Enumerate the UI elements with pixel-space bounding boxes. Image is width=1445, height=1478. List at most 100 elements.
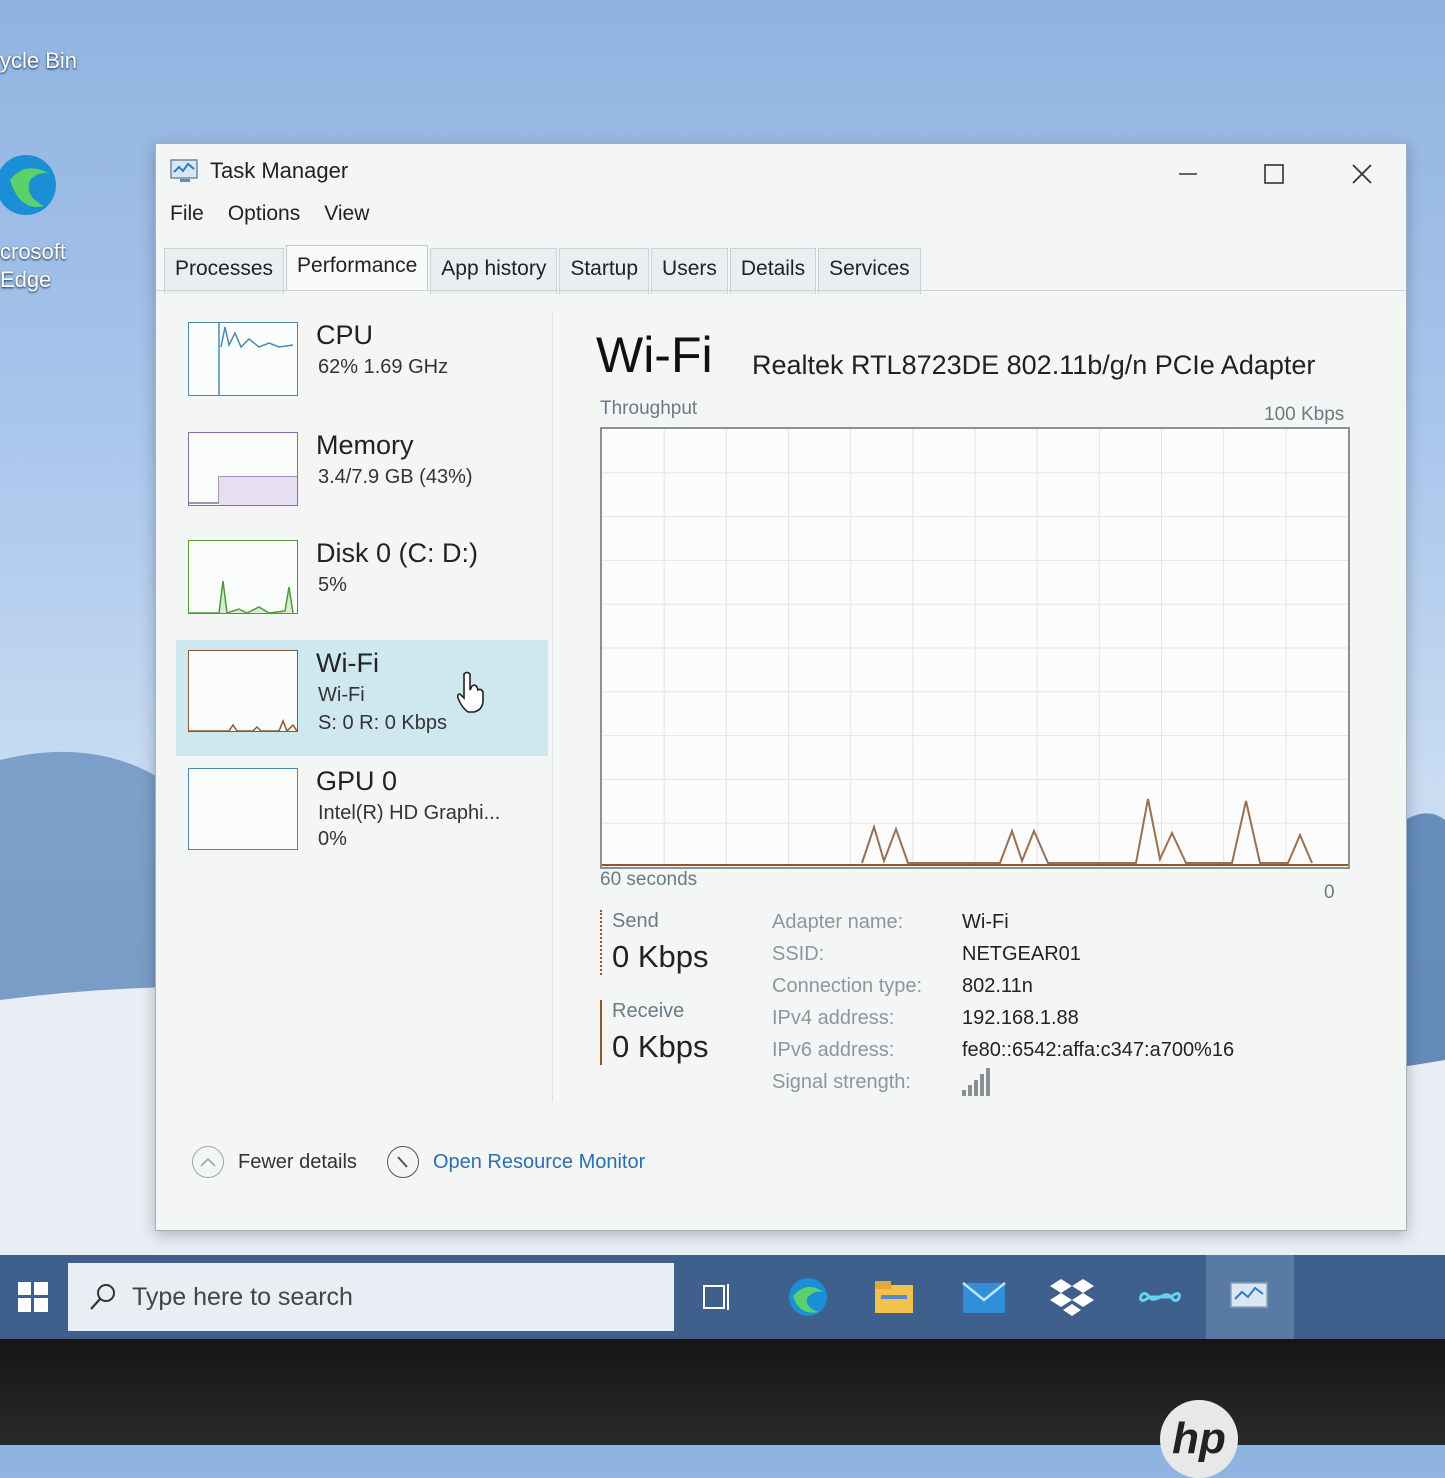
wifi-adapter-label: Wi-Fi <box>318 684 365 706</box>
cpu-usage: 62% 1.69 GHz <box>318 356 449 378</box>
menu-options[interactable]: Options <box>228 202 300 226</box>
graph-time-label: 60 seconds <box>600 869 698 890</box>
window-title: Task Manager <box>210 158 349 183</box>
chevron-up-icon[interactable] <box>192 1146 224 1178</box>
open-resource-monitor-link[interactable]: Open Resource Monitor <box>433 1151 645 1174</box>
send-label: Send <box>612 910 659 932</box>
prop-key: Connection type: <box>772 974 923 997</box>
prop-ssid: SSID: NETGEAR01 <box>772 938 1234 970</box>
tab-divider <box>156 290 1406 291</box>
resource-list: CPU 62% 1.69 GHz Memory 3.4/7.9 GB (43%)… <box>176 312 553 1102</box>
graph-label: Throughput <box>600 398 698 419</box>
tab-details[interactable]: Details <box>729 248 817 294</box>
resource-wifi[interactable]: Wi-Fi Wi-Fi S: 0 R: 0 Kbps <box>176 640 548 756</box>
prop-key: IPv4 address: <box>772 1006 895 1029</box>
tab-app-history[interactable]: App history <box>430 248 558 294</box>
prop-ipv6: IPv6 address: fe80::6542:affa:c347:a700%1… <box>772 1034 1234 1066</box>
graph-max-label: 100 Kbps <box>1264 404 1345 425</box>
prop-adapter-name: Adapter name: Wi-Fi <box>772 906 1234 938</box>
close-icon <box>1352 164 1372 184</box>
cpu-thumbnail-graph <box>188 322 298 396</box>
throughput-spikes <box>861 798 1313 865</box>
prop-value: Wi-Fi <box>962 910 1009 933</box>
edge-desktop-icon[interactable] <box>0 140 62 230</box>
prop-ipv4: IPv4 address: 192.168.1.88 <box>772 1002 1234 1034</box>
disk-name: Disk 0 (C: D:) <box>316 538 478 568</box>
memory-name: Memory <box>316 430 414 460</box>
infinity-app-icon[interactable] <box>1132 1269 1188 1325</box>
edge-taskbar-icon[interactable] <box>780 1269 836 1325</box>
receive-label: Receive <box>612 1000 685 1022</box>
fewer-details-button[interactable]: Fewer details <box>238 1151 357 1174</box>
prop-key: Signal strength: <box>772 1070 911 1093</box>
task-manager-window: Task Manager File Options View Processes… <box>155 143 1407 1231</box>
throughput-graph <box>600 427 1350 869</box>
hp-logo: hp <box>1160 1400 1238 1478</box>
send-value: 0 Kbps <box>612 939 709 974</box>
prop-value: 802.11n <box>962 974 1033 997</box>
prop-key: SSID: <box>772 942 825 965</box>
tab-services[interactable]: Services <box>818 248 921 294</box>
gpu-name: GPU 0 <box>316 766 398 796</box>
cpu-name: CPU <box>316 320 374 350</box>
mail-icon[interactable] <box>956 1269 1012 1325</box>
resource-gpu[interactable]: GPU 0 Intel(R) HD Graphi... 0% <box>176 758 548 862</box>
dropbox-icon[interactable] <box>1044 1269 1100 1325</box>
search-icon <box>90 1284 115 1310</box>
gpu-thumbnail-graph <box>188 768 298 850</box>
taskbar-search-box[interactable]: Type here to search <box>68 1263 674 1331</box>
memory-usage: 3.4/7.9 GB (43%) <box>318 466 473 488</box>
minimize-icon <box>1179 173 1197 175</box>
taskbar: Type here to search <box>0 1255 1445 1339</box>
prop-value: NETGEAR01 <box>962 942 1081 965</box>
maximize-button[interactable] <box>1254 156 1294 192</box>
adapter-properties: Adapter name: Wi-Fi SSID: NETGEAR01 Connec… <box>772 906 1234 1098</box>
disk-usage: 5% <box>318 574 347 596</box>
disk-thumbnail-graph <box>188 540 298 614</box>
graph-min-label: 0 <box>1324 882 1335 903</box>
detail-title: Wi-Fi <box>596 327 713 383</box>
send-stat: Send 0 Kbps <box>600 910 709 975</box>
resource-monitor-icon[interactable] <box>386 1146 419 1178</box>
tab-processes[interactable]: Processes <box>164 248 285 294</box>
task-view-icon[interactable] <box>690 1269 746 1325</box>
gpu-model: Intel(R) HD Graphi... <box>318 802 501 824</box>
resource-disk[interactable]: Disk 0 (C: D:) 5% <box>176 530 548 634</box>
task-manager-taskbar-icon[interactable] <box>1222 1269 1278 1325</box>
minimize-button[interactable] <box>1168 156 1208 192</box>
search-placeholder: Type here to search <box>132 1282 353 1311</box>
menu-file[interactable]: File <box>170 202 204 226</box>
tab-performance[interactable]: Performance <box>286 245 429 291</box>
tab-startup[interactable]: Startup <box>559 248 650 294</box>
hand-cursor-icon <box>456 671 484 713</box>
start-button[interactable] <box>0 1255 66 1339</box>
wifi-name: Wi-Fi <box>316 648 379 678</box>
file-explorer-icon[interactable] <box>866 1269 922 1325</box>
title-bar[interactable]: Task Manager <box>156 144 1406 200</box>
resource-memory[interactable]: Memory 3.4/7.9 GB (43%) <box>176 422 548 526</box>
prop-connection-type: Connection type: 802.11n <box>772 970 1234 1002</box>
footer-bar: Fewer details Open Resource Monitor <box>192 1146 645 1178</box>
prop-value: fe80::6542:affa:c347:a700%16 <box>962 1038 1235 1061</box>
graph-grid <box>602 429 1348 867</box>
receive-stat: Receive 0 Kbps <box>600 1000 709 1065</box>
tab-users[interactable]: Users <box>651 248 728 294</box>
menu-bar: File Options View <box>170 202 369 226</box>
prop-signal-strength: Signal strength: <box>772 1066 1234 1098</box>
receive-value: 0 Kbps <box>612 1029 709 1064</box>
task-manager-icon <box>170 159 198 182</box>
prop-key: IPv6 address: <box>772 1038 895 1061</box>
prop-key: Adapter name: <box>772 910 904 933</box>
edge-label-line2: Edge <box>0 267 52 292</box>
resource-cpu[interactable]: CPU 62% 1.69 GHz <box>176 312 548 416</box>
wifi-throughput: S: 0 R: 0 Kbps <box>318 712 447 734</box>
recycle-bin-label[interactable]: ycle Bin <box>0 48 77 74</box>
close-button[interactable] <box>1342 156 1382 192</box>
signal-bars-icon <box>962 1068 990 1096</box>
edge-label-line1: crosoft <box>0 239 67 264</box>
wifi-thumbnail-graph <box>188 650 298 732</box>
maximize-icon <box>1264 164 1284 184</box>
windows-logo-icon <box>18 1282 48 1312</box>
menu-view[interactable]: View <box>324 202 369 226</box>
edge-desktop-label[interactable]: crosoft Edge <box>0 238 66 294</box>
